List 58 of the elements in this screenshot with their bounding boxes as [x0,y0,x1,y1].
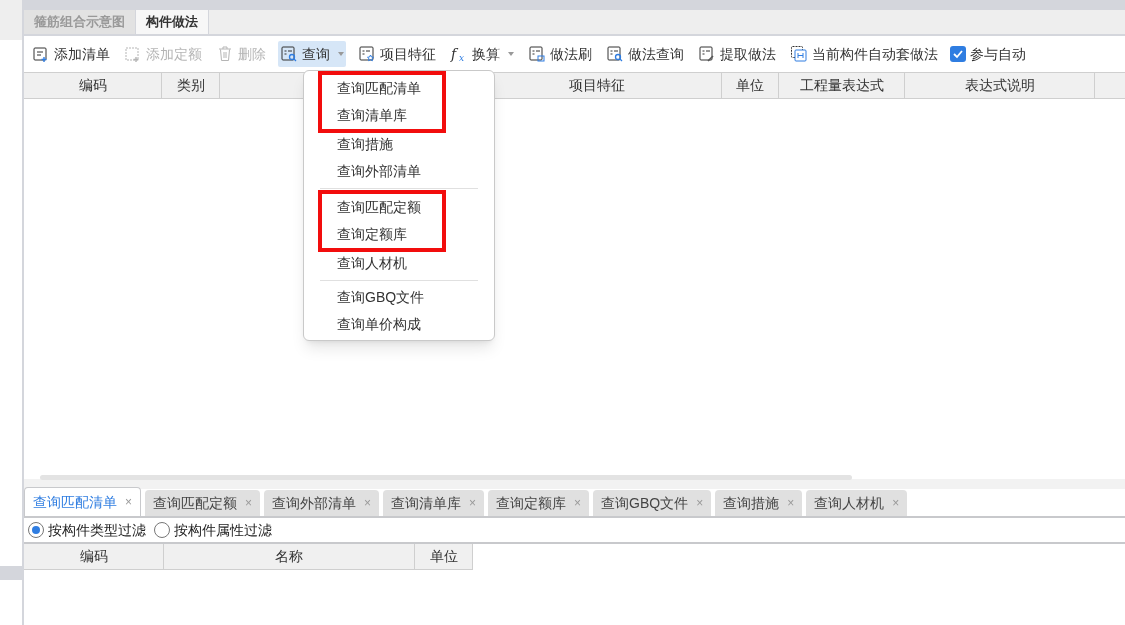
menu-item[interactable]: 查询定额库 [322,221,442,248]
trash-icon [216,45,234,63]
toolbar-button[interactable]: 当前构件自动套做法 [788,41,940,67]
menu-item[interactable]: 查询清单库 [322,102,442,129]
document-icon [790,45,808,63]
menu-item[interactable]: 查询匹配清单 [322,75,442,102]
function-icon: fx [450,45,468,63]
tab-label: 查询清单库 [391,493,462,513]
menu-item[interactable]: 查询单价构成 [322,311,442,338]
document-icon [280,45,298,63]
menu-item[interactable]: 查询匹配定额 [322,194,442,221]
column-header: 编码 [24,544,164,570]
toolbar-button[interactable]: 做法查询 [604,41,686,67]
tab-label: 查询措施 [723,493,780,513]
tab[interactable]: 查询匹配定额 × [145,490,261,516]
auto-checkbox[interactable]: 参与自动 [950,43,1026,65]
radio-option[interactable]: 按构件类型过滤 [28,519,146,541]
radio-option[interactable]: 按构件属性过滤 [154,519,272,541]
column-header: 表达式说明 [905,73,1095,98]
toolbar-button[interactable]: fx 换算 [448,41,516,67]
tab[interactable]: 查询人材机 × [806,490,908,516]
document-icon [32,45,50,63]
tab-label: 查询GBQ文件 [601,493,689,513]
tab[interactable]: 查询GBQ文件 × [593,490,712,516]
document-icon [124,45,142,63]
menu-item[interactable]: 查询人材机 [322,250,442,277]
toolbar-button[interactable]: 提取做法 [696,41,778,67]
horizontal-scrollbar[interactable] [40,475,852,480]
tab-label: 查询匹配定额 [153,493,237,513]
toolbar-button[interactable]: 项目特征 [356,41,438,67]
toolbar-button[interactable]: 查询 [278,41,346,67]
tab[interactable]: 查询清单库 × [383,490,485,516]
tab-label: 查询定额库 [496,493,567,513]
tab[interactable]: 查询定额库 × [488,490,590,516]
document-icon [528,45,546,63]
splitter-bar[interactable] [24,479,1125,489]
document-icon [606,45,624,63]
toolbar-button[interactable]: 做法刷 [526,41,594,67]
menu-item[interactable]: 查询外部清单 [322,158,442,185]
column-header: 类别 [162,73,220,98]
tab-label: 查询外部清单 [272,493,357,513]
column-header: 编码 [24,73,162,98]
toolbar-button[interactable]: 添加清单 [30,41,112,67]
tab[interactable]: 查询匹配清单 × [24,487,141,516]
tab[interactable]: 查询措施 × [715,490,803,516]
column-header: 名称 [164,544,415,570]
column-header: 单位 [415,544,473,570]
menu-item[interactable]: 查询GBQ文件 [322,284,442,311]
tab-label: 查询人材机 [814,493,885,513]
tab[interactable]: 查询外部清单 × [264,490,380,516]
document-icon [358,45,376,63]
menu-item[interactable]: 查询措施 [322,131,442,158]
column-header: 单位 [722,73,779,98]
panel-tab[interactable]: 构件做法 [135,10,209,34]
tab-label: 查询匹配清单 [33,492,117,512]
checkbox-icon[interactable] [950,46,966,62]
column-header: 工程量表达式 [779,73,905,98]
document-icon [698,45,716,63]
